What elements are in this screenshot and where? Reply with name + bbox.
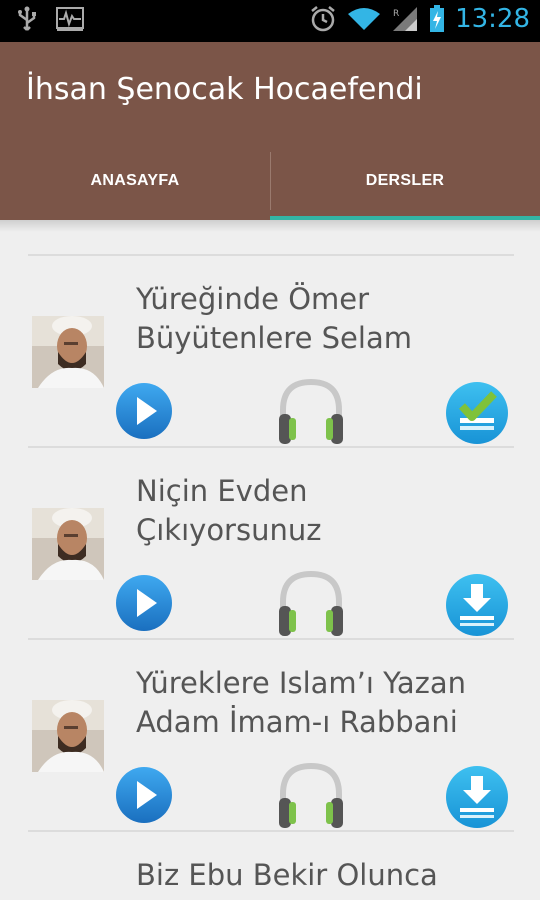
tab-shadow	[0, 220, 540, 232]
lesson-title: Yüreklere Islam’ı Yazan Adam İmam-ı Rabb…	[136, 666, 467, 739]
app-title: İhsan Şenocak Hocaefendi	[26, 72, 423, 107]
tab-anasayfa[interactable]: ANASAYFA	[0, 142, 270, 220]
clock: 13:28	[455, 4, 530, 34]
wifi-icon	[348, 8, 381, 30]
headphones-icon	[279, 378, 343, 444]
tab-divider	[270, 152, 271, 210]
usb-icon	[18, 6, 36, 31]
lesson-list[interactable]: Yüreğinde Ömer Büyütenlere Selam Niçin E…	[28, 254, 514, 832]
downloaded-check-icon[interactable]	[444, 380, 510, 446]
battery-charging-icon	[430, 5, 445, 32]
list-item[interactable]: Niçin Evden Çıkıyorsunuz	[28, 448, 514, 640]
speaker-thumbnail	[32, 508, 104, 580]
lesson-title-partial[interactable]: Biz Ebu Bekir Olunca	[136, 858, 438, 892]
list-item[interactable]: Yüreğinde Ömer Büyütenlere Selam	[28, 256, 514, 448]
speaker-thumbnail	[32, 700, 104, 772]
headphones-icon	[279, 570, 343, 636]
list-item[interactable]: Yüreklere Islam’ı Yazan Adam İmam-ı Rabb…	[28, 640, 514, 832]
headphones-icon	[279, 762, 343, 828]
lesson-title: Niçin Evden Çıkıyorsunuz	[136, 474, 322, 547]
download-icon[interactable]	[444, 764, 510, 830]
activity-monitor-icon	[56, 7, 84, 31]
signal-icon: R	[393, 7, 418, 31]
alarm-icon	[311, 6, 335, 32]
svg-text:R: R	[393, 9, 399, 19]
tab-dersler[interactable]: DERSLER	[270, 142, 540, 220]
play-icon[interactable]	[115, 574, 173, 632]
play-icon[interactable]	[115, 382, 173, 440]
download-icon[interactable]	[444, 572, 510, 638]
action-bar: İhsan Şenocak Hocaefendi	[0, 42, 540, 142]
speaker-thumbnail	[32, 316, 104, 388]
status-bar: R 13:28	[0, 0, 540, 42]
play-icon[interactable]	[115, 766, 173, 824]
lesson-title: Yüreğinde Ömer Büyütenlere Selam	[136, 282, 412, 355]
